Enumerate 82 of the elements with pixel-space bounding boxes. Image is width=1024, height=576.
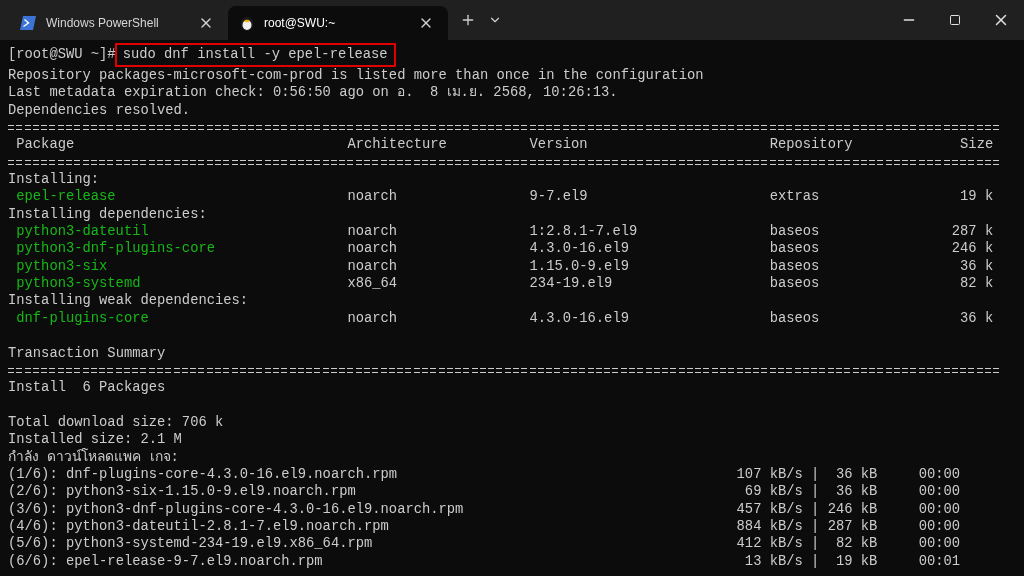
package-name: python3-dnf-plugins-core (15, 240, 215, 258)
package-name: epel-release (15, 188, 116, 206)
table-cell: 9-7.el9 (529, 188, 588, 206)
download-speed: 412 kB/s (736, 535, 803, 553)
download-speed: 884 kB/s (736, 517, 803, 536)
prompt: [root@SWU ~]# (8, 46, 116, 64)
table-cell: noarch (347, 240, 398, 258)
table-cell: baseos (769, 257, 820, 276)
table-cell: noarch (347, 257, 398, 276)
table-cell: baseos (769, 275, 820, 293)
table-cell: 1.15.0-9.el9 (529, 257, 629, 276)
table-cell: 246 k (951, 240, 994, 258)
column-header: Package (15, 136, 75, 154)
output-line: Installed size: 2.1 M (8, 431, 182, 448)
table-cell: extras (769, 188, 820, 206)
table-cell: noarch (347, 309, 398, 328)
table-cell: 36 k (960, 309, 994, 328)
column-header: Repository (769, 136, 853, 154)
package-name: python3-dateutil (15, 223, 149, 241)
file-name: (4/6): python3-dateutil-2.8.1-7.el9.noarch.rpm (8, 517, 389, 536)
table-cell: noarch (347, 188, 398, 206)
column-header: Architecture (347, 136, 447, 154)
download-time: 00:00 (917, 483, 961, 501)
table-cell: baseos (769, 240, 820, 258)
pipe-character: | (811, 500, 820, 518)
table-cell: 82 k (960, 275, 994, 293)
command-text: sudo dnf install -y epel-release (114, 43, 396, 67)
download-time: 00:00 (917, 535, 961, 553)
penguin-icon (240, 15, 254, 31)
file-name: (1/6): dnf-plugins-core-4.3.0-16.el9.noarch.rpm (8, 465, 398, 484)
download-speed: 69 kB/s (744, 483, 803, 501)
package-name: python3-six (15, 257, 108, 276)
table-cell: baseos (769, 309, 820, 328)
column-header: Version (529, 136, 588, 154)
download-speed: 13 kB/s (744, 552, 803, 570)
download-size: 19 kB (835, 552, 878, 570)
table-cell: noarch (347, 223, 398, 241)
download-size: 82 kB (835, 535, 878, 553)
pipe-character: | (811, 517, 820, 536)
table-cell: x86_64 (347, 275, 398, 293)
file-name: (2/6): python3-six-1.15.0-9.el9.noarch.rpm (8, 483, 356, 501)
output-line: Total download size: 706 k (8, 413, 224, 432)
tab[interactable]: Windows PowerShell (8, 6, 228, 40)
download-size: 246 kB (827, 500, 878, 518)
package-name: python3-systemd (15, 275, 141, 293)
file-name: (3/6): python3-dnf-plugins-core-4.3.0-16.el9.noarch.rpm (8, 500, 464, 518)
column-header: Size (960, 136, 994, 154)
download-size: 36 kB (835, 483, 878, 501)
table-cell: baseos (769, 223, 820, 241)
output-line: Install 6 Packages (8, 379, 166, 397)
table-cell: 36 k (960, 257, 994, 276)
group-heading: Installing: (8, 171, 100, 189)
output-line: กำลัง ดาวน์โหลดแพค เกจ: (8, 448, 179, 466)
download-time: 00:00 (917, 517, 961, 536)
pipe-character: | (811, 535, 820, 553)
table-cell: 234-19.el9 (529, 275, 613, 293)
group-heading: Installing dependencies: (8, 205, 207, 224)
pipe-character: | (811, 465, 820, 484)
download-size: 287 kB (827, 517, 878, 536)
download-time: 00:01 (917, 552, 961, 570)
package-name: dnf-plugins-core (15, 309, 149, 328)
output-line: Dependencies resolved. (8, 101, 191, 120)
download-speed: 457 kB/s (736, 500, 803, 518)
summary-heading: Transaction Summary (8, 344, 166, 362)
terminal-icon (20, 16, 36, 30)
table-cell: 287 k (951, 223, 994, 241)
table-cell: 1:2.8.1-7.el9 (529, 223, 638, 241)
table-cell: 4.3.0-16.el9 (529, 240, 629, 258)
table-cell: 19 k (960, 188, 994, 206)
download-speed: 107 kB/s (736, 465, 803, 484)
pipe-character: | (811, 552, 820, 570)
output-line: Last metadata expiration check: 0:56:50 ago on อ. 8 เม.ย. 2568, 10:26:13. (8, 84, 618, 102)
file-name: (6/6): epel-release-9-7.el9.noarch.rpm (8, 552, 323, 570)
group-heading: Installing weak dependencies: (8, 292, 249, 310)
output-line: Repository packages-microsoft-com-prod is listed more than once in the configuration (8, 67, 704, 85)
pipe-character: | (811, 483, 820, 501)
tab[interactable]: root@SWU:~ (228, 6, 448, 40)
download-time: 00:00 (917, 500, 961, 518)
download-time: 00:00 (917, 465, 961, 484)
table-cell: 4.3.0-16.el9 (529, 309, 629, 328)
file-name: (5/6): python3-systemd-234-19.el9.x86_64.rpm (8, 535, 373, 553)
download-size: 36 kB (835, 465, 878, 484)
